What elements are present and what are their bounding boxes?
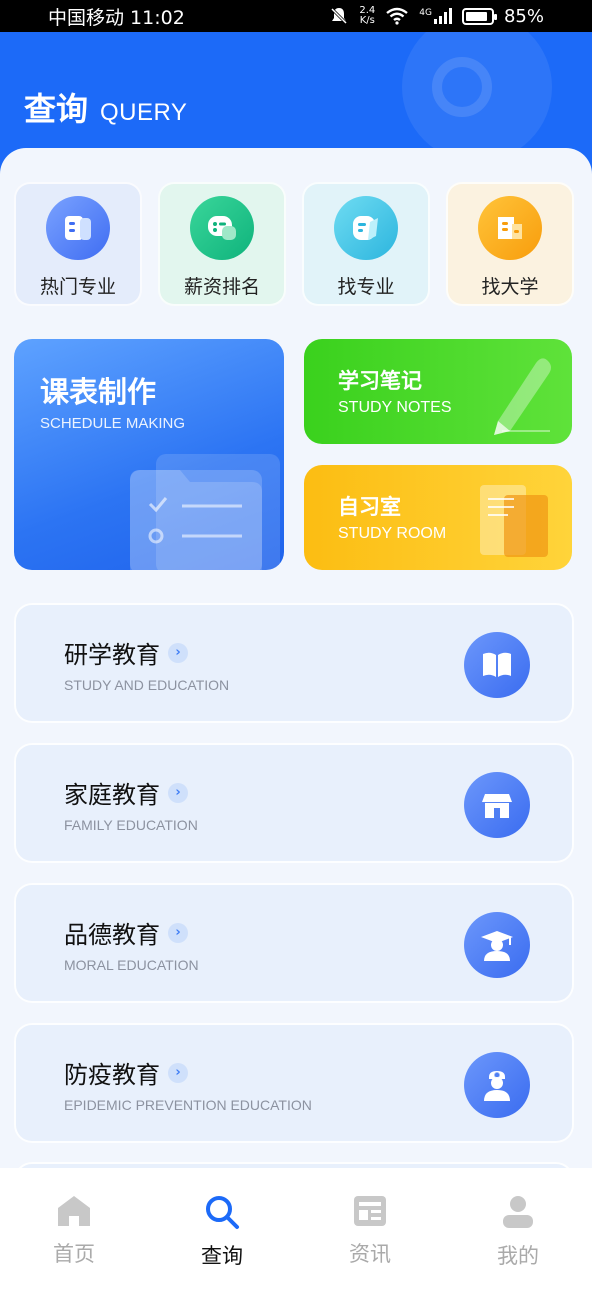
list-item-subtitle: EPIDEMIC PREVENTION EDUCATION [64, 1097, 312, 1113]
nav-item-query[interactable]: 查询 [148, 1168, 296, 1291]
search-icon [206, 1196, 239, 1229]
chevron-right-icon: › [168, 922, 188, 943]
nav-item-mine[interactable]: 我的 [444, 1168, 592, 1291]
quick-entry-label: 薪资排名 [183, 276, 260, 298]
note-icon [334, 196, 398, 260]
network-type: 4G [419, 7, 432, 18]
list-item-title-row: 家庭教育 › [64, 775, 188, 810]
pen-illustration-icon [494, 358, 551, 435]
list-item-study-education[interactable]: 研学教育 › STUDY AND EDUCATION [14, 603, 574, 723]
news-icon [354, 1196, 386, 1226]
magnifier-decoration [432, 57, 492, 117]
wifi-icon [386, 7, 409, 25]
list-item-epidemic-education[interactable]: 防疫教育 › EPIDEMIC PREVENTION EDUCATION [14, 1023, 574, 1143]
graduate-icon [464, 912, 530, 978]
study-notes-subtitle: STUDY NOTES [338, 399, 452, 416]
chevron-right-icon: › [168, 1062, 188, 1083]
chevron-right-icon: › [168, 782, 188, 803]
schedule-card-subtitle: SCHEDULE MAKING [40, 415, 186, 432]
quick-entry-label: 找大学 [481, 276, 539, 298]
mute-bell-icon [331, 7, 348, 25]
status-bar: 中国移动 11:02 2.4 K/s 4G 85% [0, 0, 592, 32]
page-title-zh: 查询 [24, 90, 89, 128]
quick-entry-label: 热门专业 [39, 276, 116, 298]
user-icon [503, 1196, 533, 1228]
nav-label: 我的 [497, 1244, 539, 1268]
quick-entry-hot-majors[interactable]: 热门专业 [14, 182, 142, 306]
list-item-title: 研学教育 [64, 641, 160, 669]
carrier-time: 中国移动 11:02 [48, 6, 185, 29]
open-book-icon [464, 632, 530, 698]
network-speed: 2.4 K/s [359, 5, 376, 26]
nav-label: 首页 [53, 1242, 95, 1266]
list-item-moral-education[interactable]: 品德教育 › MORAL EDUCATION [14, 883, 574, 1003]
schedule-card-title: 课表制作 [40, 375, 157, 409]
folder-illustration-icon [130, 454, 280, 570]
book-illustration-icon [480, 485, 548, 557]
study-notes-card[interactable]: 学习笔记 STUDY NOTES [304, 339, 572, 444]
list-item-subtitle: STUDY AND EDUCATION [64, 677, 230, 693]
nav-item-news[interactable]: 资讯 [296, 1168, 444, 1291]
list-item-title: 家庭教育 [64, 781, 160, 809]
house-icon [464, 772, 530, 838]
doctor-icon [464, 1052, 530, 1118]
nav-label: 资讯 [349, 1242, 391, 1266]
quick-entry-find-major[interactable]: 找专业 [302, 182, 430, 306]
home-icon [58, 1196, 90, 1226]
quick-entry-find-university[interactable]: 找大学 [446, 182, 574, 306]
battery-level: 85% [503, 5, 544, 27]
schedule-making-card[interactable]: 课表制作 SCHEDULE MAKING [14, 339, 284, 570]
page-title: 查询 QUERY [24, 84, 187, 130]
status-icons: 2.4 K/s 4G 85% [329, 6, 544, 27]
battery-icon [461, 7, 497, 25]
chat-bubble-icon [190, 196, 254, 260]
list-item-subtitle: FAMILY EDUCATION [64, 817, 198, 833]
study-room-title: 自习室 [338, 495, 401, 519]
building-icon [478, 196, 542, 260]
page-title-en: QUERY [100, 99, 188, 126]
nav-item-home[interactable]: 首页 [0, 1168, 148, 1291]
quick-entry-label: 找专业 [337, 276, 395, 298]
list-item-title: 品德教育 [64, 921, 160, 949]
quick-entry-salary-ranking[interactable]: 薪资排名 [158, 182, 286, 306]
signal-icon [433, 8, 452, 24]
chevron-right-icon: › [168, 642, 188, 663]
study-room-subtitle: STUDY ROOM [338, 525, 447, 542]
list-item-subtitle: MORAL EDUCATION [64, 957, 199, 973]
list-item-title-row: 防疫教育 › [64, 1055, 188, 1090]
study-room-card[interactable]: 自习室 STUDY ROOM [304, 465, 572, 570]
book-stack-icon [46, 196, 110, 260]
nav-label: 查询 [201, 1244, 243, 1268]
list-item-family-education[interactable]: 家庭教育 › FAMILY EDUCATION [14, 743, 574, 863]
list-item-title: 防疫教育 [64, 1061, 160, 1089]
list-item-title-row: 研学教育 › [64, 635, 188, 670]
list-item-title-row: 品德教育 › [64, 915, 188, 950]
study-notes-title: 学习笔记 [338, 369, 422, 393]
bottom-nav: 首页 查询 资讯 我的 [0, 1168, 592, 1291]
